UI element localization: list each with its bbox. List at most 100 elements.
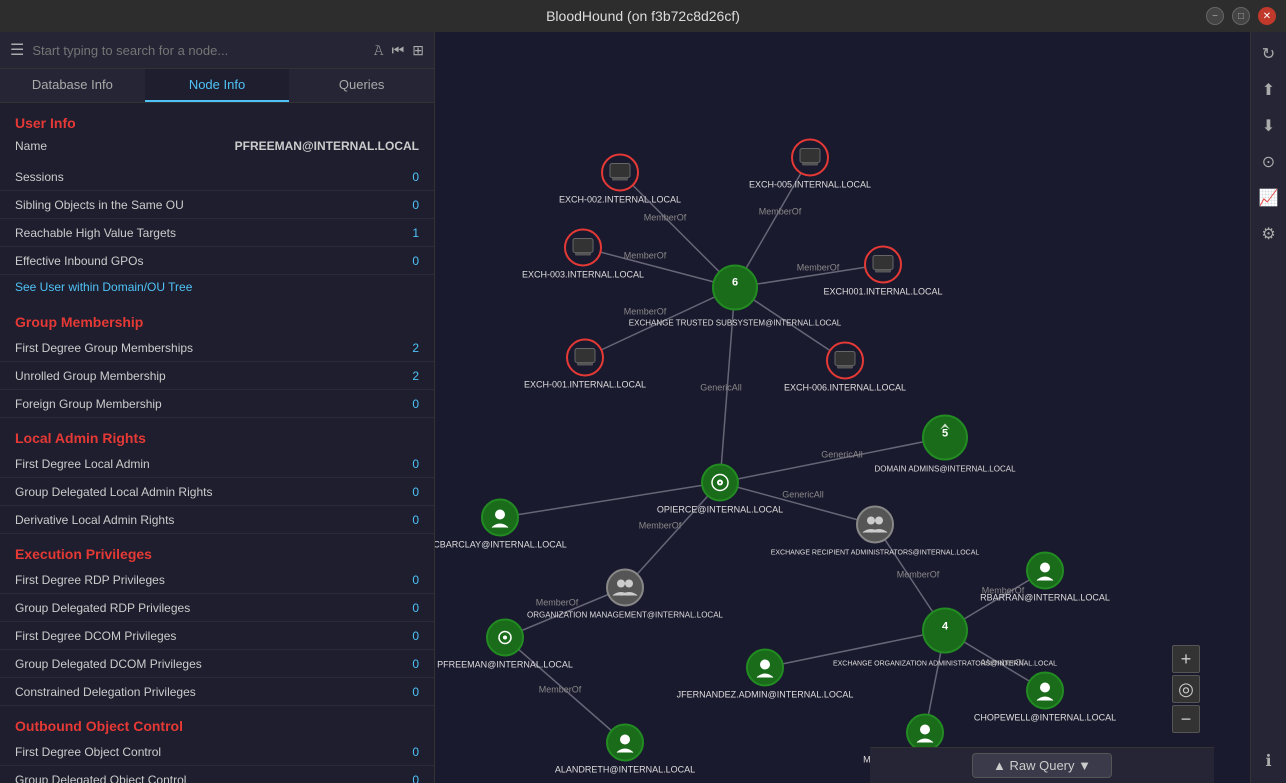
foreign-groups-row[interactable]: Foreign Group Membership 0 <box>0 390 434 418</box>
tab-bar: Database Info Node Info Queries <box>0 69 434 103</box>
derivative-admin-value: 0 <box>412 513 419 527</box>
refresh-icon[interactable]: ↻ <box>1255 40 1283 68</box>
first-degree-groups-row[interactable]: First Degree Group Memberships 2 <box>0 334 434 362</box>
node-chopewell[interactable]: CHOPEWELL@INTERNAL.LOCAL <box>974 673 1116 723</box>
node-pfreeman[interactable]: PFREEMAN@INTERNAL.LOCAL <box>437 620 573 670</box>
chart-icon[interactable]: 📈 <box>1255 184 1283 212</box>
label-rbarran: RBARRAN@INTERNAL.LOCAL <box>980 593 1110 603</box>
edge-label-memberof7: MemberOf <box>536 598 579 608</box>
info-icon[interactable]: ℹ <box>1255 747 1283 775</box>
edge-label-genericall2: GenericAll <box>821 450 863 460</box>
group-dcom-value: 0 <box>412 657 419 671</box>
unrolled-groups-label: Unrolled Group Membership <box>15 369 166 383</box>
node-exch002[interactable]: EXCH-002.INTERNAL.LOCAL <box>559 155 681 205</box>
close-button[interactable]: ✕ <box>1258 7 1276 25</box>
download-icon[interactable]: ⬇ <box>1255 112 1283 140</box>
font-icon[interactable]: 𝙰 <box>374 42 384 59</box>
edge-label-memberof2: MemberOf <box>759 207 802 217</box>
gpos-label: Effective Inbound GPOs <box>15 254 144 268</box>
reachable-row[interactable]: Reachable High Value Targets 1 <box>0 219 434 247</box>
node-exch001b[interactable]: EXCH-001.INTERNAL.LOCAL <box>524 340 646 390</box>
dcom-row[interactable]: First Degree DCOM Privileges 0 <box>0 622 434 650</box>
unrolled-groups-row[interactable]: Unrolled Group Membership 2 <box>0 362 434 390</box>
user-info-header: User Info <box>0 103 434 135</box>
graph-area[interactable]: MemberOf MemberOf MemberOf MemberOf Memb… <box>435 32 1250 783</box>
node-alandreth[interactable]: ALANDRETH@INTERNAL.LOCAL <box>555 725 695 775</box>
node-cbarclay[interactable]: CBARCLAY@INTERNAL.LOCAL <box>435 500 567 550</box>
constrained-delegation-label: Constrained Delegation Privileges <box>15 685 196 699</box>
node-domain-admins[interactable]: 5 DOMAIN ADMINS@INTERNAL.LOCAL <box>874 416 1016 474</box>
label-cbarclay: CBARCLAY@INTERNAL.LOCAL <box>435 540 567 550</box>
sessions-row[interactable]: Sessions 0 <box>0 163 434 191</box>
first-degree-object-label: First Degree Object Control <box>15 745 161 759</box>
outbound-object-control-header: Outbound Object Control <box>0 706 434 738</box>
node-exch005[interactable]: EXCH-005.INTERNAL.LOCAL <box>749 140 871 190</box>
edge-label-memberof3: MemberOf <box>624 251 667 261</box>
window-controls[interactable]: − □ ✕ <box>1206 7 1276 25</box>
raw-query-button[interactable]: ▲ Raw Query ▼ <box>972 753 1112 778</box>
panel-content: User Info Name PFREEMAN@INTERNAL.LOCAL S… <box>0 103 434 783</box>
svg-text:5: 5 <box>942 428 948 440</box>
focus-icon[interactable]: ⊙ <box>1255 148 1283 176</box>
minimize-button[interactable]: − <box>1206 7 1224 25</box>
node-exchange-recipient[interactable]: EXCHANGE RECIPIENT ADMINISTRATORS@INTERN… <box>771 507 980 557</box>
label-exch005: EXCH-005.INTERNAL.LOCAL <box>749 180 871 190</box>
settings-icon[interactable]: ⚙ <box>1255 220 1283 248</box>
label-alandreth: ALANDRETH@INTERNAL.LOCAL <box>555 765 695 775</box>
group-rdp-label: Group Delegated RDP Privileges <box>15 601 190 615</box>
edge-label-memberof1: MemberOf <box>644 213 687 223</box>
node-org-management[interactable]: ORGANIZATION MANAGEMENT@INTERNAL.LOCAL <box>527 570 724 620</box>
back-icon[interactable]: ⏮ <box>392 42 405 59</box>
sibling-row[interactable]: Sibling Objects in the Same OU 0 <box>0 191 434 219</box>
group-dcom-label: Group Delegated DCOM Privileges <box>15 657 202 671</box>
node-rbarran[interactable]: RBARRAN@INTERNAL.LOCAL <box>980 553 1110 603</box>
zoom-controls: + ◎ − <box>1172 645 1200 733</box>
node-exch006[interactable]: EXCH-006.INTERNAL.LOCAL <box>784 343 906 393</box>
left-panel: ☰ 𝙰 ⏮ ⊞ Database Info Node Info Queries … <box>0 32 435 783</box>
maximize-button[interactable]: □ <box>1232 7 1250 25</box>
gpos-row[interactable]: Effective Inbound GPOs 0 <box>0 247 434 275</box>
local-admin-header: Local Admin Rights <box>0 418 434 450</box>
svg-text:6: 6 <box>732 277 738 289</box>
group-delegated-object-row[interactable]: Group Delegated Object Control 0 <box>0 766 434 783</box>
search-input[interactable] <box>32 43 365 58</box>
edge-label-memberof11: MemberOf <box>539 685 582 695</box>
rdp-privileges-value: 0 <box>412 573 419 587</box>
foreign-groups-label: Foreign Group Membership <box>15 397 162 411</box>
first-degree-object-row[interactable]: First Degree Object Control 0 <box>0 738 434 766</box>
hamburger-icon[interactable]: ☰ <box>10 40 24 60</box>
label-exch006: EXCH-006.INTERNAL.LOCAL <box>784 383 906 393</box>
upload-icon[interactable]: ⬆ <box>1255 76 1283 104</box>
derivative-admin-row[interactable]: Derivative Local Admin Rights 0 <box>0 506 434 534</box>
node-exchange-trusted[interactable]: 6 EXCHANGE TRUSTED SUBSYSTEM@INTERNAL.LO… <box>629 266 842 328</box>
group-delegated-admin-row[interactable]: Group Delegated Local Admin Rights 0 <box>0 478 434 506</box>
node-jfernandez[interactable]: JFERNANDEZ.ADMIN@INTERNAL.LOCAL <box>677 650 854 700</box>
edge-label-memberof4: MemberOf <box>797 263 840 273</box>
zoom-reset-button[interactable]: ◎ <box>1172 675 1200 703</box>
reachable-value: 1 <box>412 226 419 240</box>
domain-ou-link-row[interactable]: See User within Domain/OU Tree <box>0 275 434 302</box>
graph-svg: MemberOf MemberOf MemberOf MemberOf Memb… <box>435 32 1250 783</box>
bottom-bar: ▲ Raw Query ▼ <box>870 747 1214 783</box>
zoom-out-button[interactable]: − <box>1172 705 1200 733</box>
label-jfernandez: JFERNANDEZ.ADMIN@INTERNAL.LOCAL <box>677 690 854 700</box>
svg-text:4: 4 <box>942 621 949 633</box>
tab-node[interactable]: Node Info <box>145 69 290 102</box>
group-dcom-row[interactable]: Group Delegated DCOM Privileges 0 <box>0 650 434 678</box>
sessions-label: Sessions <box>15 170 64 184</box>
group-delegated-object-value: 0 <box>412 773 419 783</box>
search-bar: ☰ 𝙰 ⏮ ⊞ <box>0 32 434 69</box>
constrained-delegation-row[interactable]: Constrained Delegation Privileges 0 <box>0 678 434 706</box>
group-delegated-object-label: Group Delegated Object Control <box>15 773 186 783</box>
domain-ou-link[interactable]: See User within Domain/OU Tree <box>15 280 192 294</box>
first-degree-admin-row[interactable]: First Degree Local Admin 0 <box>0 450 434 478</box>
filter-icon[interactable]: ⊞ <box>412 42 424 59</box>
tab-database[interactable]: Database Info <box>0 69 145 102</box>
rdp-privileges-row[interactable]: First Degree RDP Privileges 0 <box>0 566 434 594</box>
group-rdp-row[interactable]: Group Delegated RDP Privileges 0 <box>0 594 434 622</box>
zoom-in-button[interactable]: + <box>1172 645 1200 673</box>
edge-label-memberof8: MemberOf <box>897 570 940 580</box>
derivative-admin-label: Derivative Local Admin Rights <box>15 513 174 527</box>
tab-queries[interactable]: Queries <box>289 69 434 102</box>
name-value: PFREEMAN@INTERNAL.LOCAL <box>235 139 419 159</box>
